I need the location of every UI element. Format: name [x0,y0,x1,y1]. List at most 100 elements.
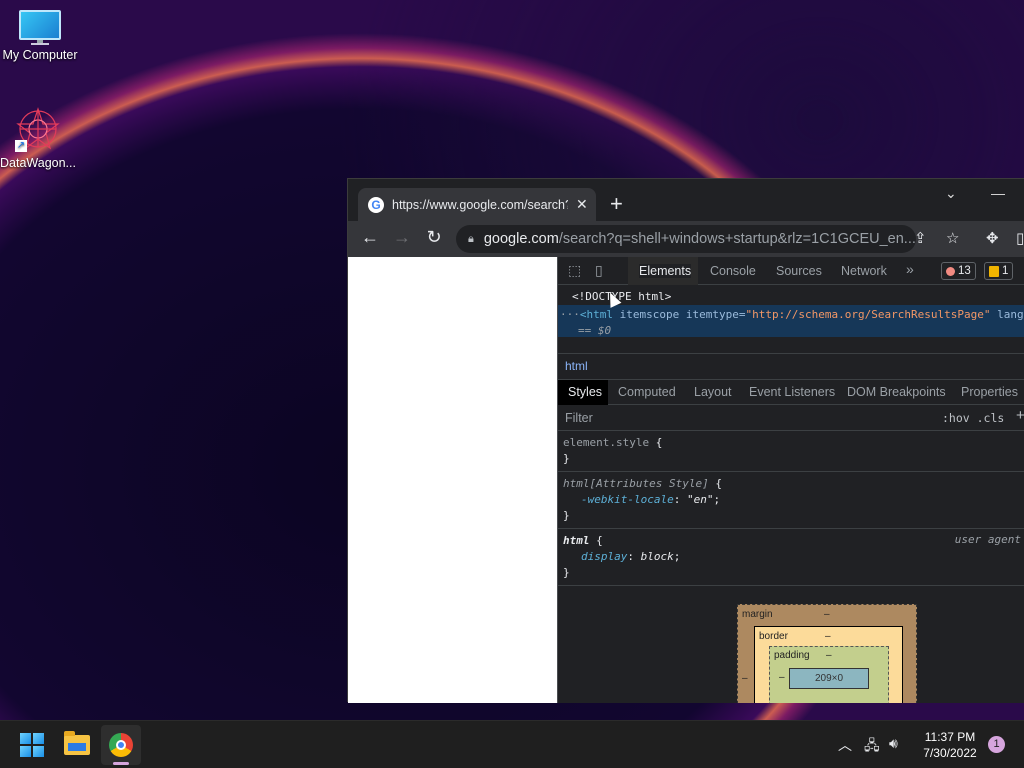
padding-top-value: – [826,650,832,661]
browser-window: G https://www.google.com/search? ✕ + ⌄ —… [347,178,1024,703]
rule-value[interactable]: "en" [687,493,714,506]
share-icon[interactable]: ⇪ [914,229,927,247]
filter-input[interactable]: Filter [565,411,593,425]
running-indicator [113,762,129,765]
box-model-padding[interactable]: padding – – 209×0 [769,646,889,703]
chrome-taskbar-button[interactable] [101,725,141,765]
border-top-value: – [825,631,831,642]
address-bar[interactable]: 🔒︎ google.com/search?q=shell+windows+sta… [456,225,916,253]
dom-attr-lang: lang= [997,308,1024,321]
datawagon-icon: ↗ [15,106,61,152]
tab-properties[interactable]: Properties [961,385,1018,399]
rule-property[interactable]: display [581,550,627,563]
back-button[interactable]: ← [358,227,382,248]
rule-value[interactable]: block [641,550,674,563]
extensions-puzzle-icon[interactable]: ✥ [986,229,999,247]
minimize-button[interactable]: — [991,185,1005,201]
clock-time: 11:37 PM [924,730,976,744]
desktop-icon-label: My Computer [2,48,78,62]
forward-button[interactable]: → [390,227,414,248]
taskbar: ︿ 🖧︎ 🔊︎ 11:37 PM 7/30/2022 1 [0,720,1024,768]
volume-icon[interactable]: 🔊︎ [889,735,898,752]
hov-cls-toggles[interactable]: :hov .cls [942,411,1004,425]
breadcrumb-html[interactable]: html [565,359,588,373]
file-explorer-button[interactable] [57,725,97,765]
new-style-rule-button[interactable]: + [1016,407,1024,424]
show-hidden-icons-chevron-icon[interactable]: ︿ [838,735,852,755]
devtools-panel: ⬚ ▯ Elements Console Sources Network » 1… [557,257,1024,703]
warning-icon [989,265,999,277]
dom-expand-dots[interactable]: ··· [560,308,580,321]
google-favicon-icon: G [368,196,384,213]
tab-computed[interactable]: Computed [618,385,676,399]
clock[interactable]: 11:37 PM 7/30/2022 [918,729,982,761]
rule-brace-open: { [589,534,603,547]
bookmark-star-icon[interactable]: ☆ [946,229,959,247]
url-path: /search?q=shell+windows+startup&rlz=1C1G… [558,231,916,247]
side-panel-icon[interactable]: ▯ [1016,229,1024,247]
tab-elements[interactable]: Elements [639,264,692,278]
url-domain: google.com [483,231,559,247]
rule-selector: html [563,534,590,547]
tab-event-listeners[interactable]: Event Listeners [749,385,835,399]
error-icon [946,266,955,276]
padding-left-value: – [779,672,785,683]
rule-source: user agent [954,533,1021,546]
styles-filter: Filter :hov .cls + [558,405,1024,431]
title-bar: G https://www.google.com/search? ✕ + ⌄ — [348,179,1024,221]
chrome-icon [109,733,133,757]
errors-badge[interactable]: 13 [941,262,976,280]
rule-property[interactable]: -webkit-locale [581,493,674,506]
style-rule-attributes[interactable]: html[Attributes Style] { -webkit-locale:… [558,472,1024,529]
more-tabs-icon[interactable]: » [906,261,914,277]
reload-button[interactable]: ↻ [422,227,446,248]
margin-left-value: – [742,673,748,684]
dom-selected-node[interactable]: ···<html itemscope itemtype="http://sche… [558,305,1024,337]
network-icon[interactable]: 🖧︎ [864,735,880,759]
margin-label: margin [742,609,773,620]
tab-search-icon[interactable]: ⌄ [945,185,957,202]
start-button[interactable] [12,725,52,765]
margin-top-value: – [824,609,830,620]
tab-styles[interactable]: Styles [568,385,602,399]
dom-doctype[interactable]: <!DOCTYPE html> [572,290,671,303]
rule-brace-open: { [708,477,722,490]
tab-layout[interactable]: Layout [694,385,732,399]
devtools-tab-bar: ⬚ ▯ Elements Console Sources Network » 1… [558,257,1024,285]
monitor-icon [19,10,61,45]
warnings-badge[interactable]: 1 [984,262,1014,280]
folder-icon [64,731,90,755]
tab-console[interactable]: Console [710,264,756,278]
rule-selector: html[Attributes Style] [563,477,709,490]
tab-network[interactable]: Network [841,264,887,278]
tab-sources[interactable]: Sources [776,264,822,278]
style-rule-element[interactable]: element.style { } [558,431,1024,472]
box-model-border[interactable]: border – padding – – 209×0 [754,626,903,703]
desktop-icon-datawagon[interactable]: ↗ DataWagon... [0,106,78,170]
browser-toolbar: ← → ↻ 🔒︎ google.com/search?q=shell+windo… [348,221,1024,257]
styles-tab-bar: Styles Computed Layout Event Listeners D… [558,380,1024,405]
device-toggle-icon[interactable]: ▯ [595,262,603,279]
style-rule-html[interactable]: html { user agent display: block; } [558,529,1024,586]
rule-brace-close: } [563,452,570,465]
rule-brace-close: } [563,566,570,579]
box-model-margin[interactable]: margin – – border – padding – – 209×0 [737,604,917,703]
dom-tree: <!DOCTYPE html> ···<html itemscope itemt… [558,285,1024,353]
browser-tab[interactable]: G https://www.google.com/search? ✕ [358,188,596,221]
close-tab-icon[interactable]: ✕ [576,196,588,213]
desktop-icon-my-computer[interactable]: My Computer [0,10,80,62]
tab-dom-breakpoints[interactable]: DOM Breakpoints [847,385,946,399]
shortcut-arrow-icon: ↗ [15,140,27,152]
rule-brace-close: } [563,509,570,522]
dom-eq-ref: == $0 [578,324,612,337]
dom-attr-value-itemtype: "http://schema.org/SearchResultsPage" [745,308,991,321]
breadcrumb: html [558,353,1024,380]
page-viewport[interactable] [348,257,557,703]
border-label: border [759,631,788,642]
desktop-icon-label: DataWagon... [0,156,76,170]
rule-brace-open: { [649,436,663,449]
new-tab-button[interactable]: + [610,191,623,217]
box-model-content[interactable]: 209×0 [789,668,869,689]
inspect-element-icon[interactable]: ⬚ [568,262,581,279]
notification-badge[interactable]: 1 [988,736,1005,753]
